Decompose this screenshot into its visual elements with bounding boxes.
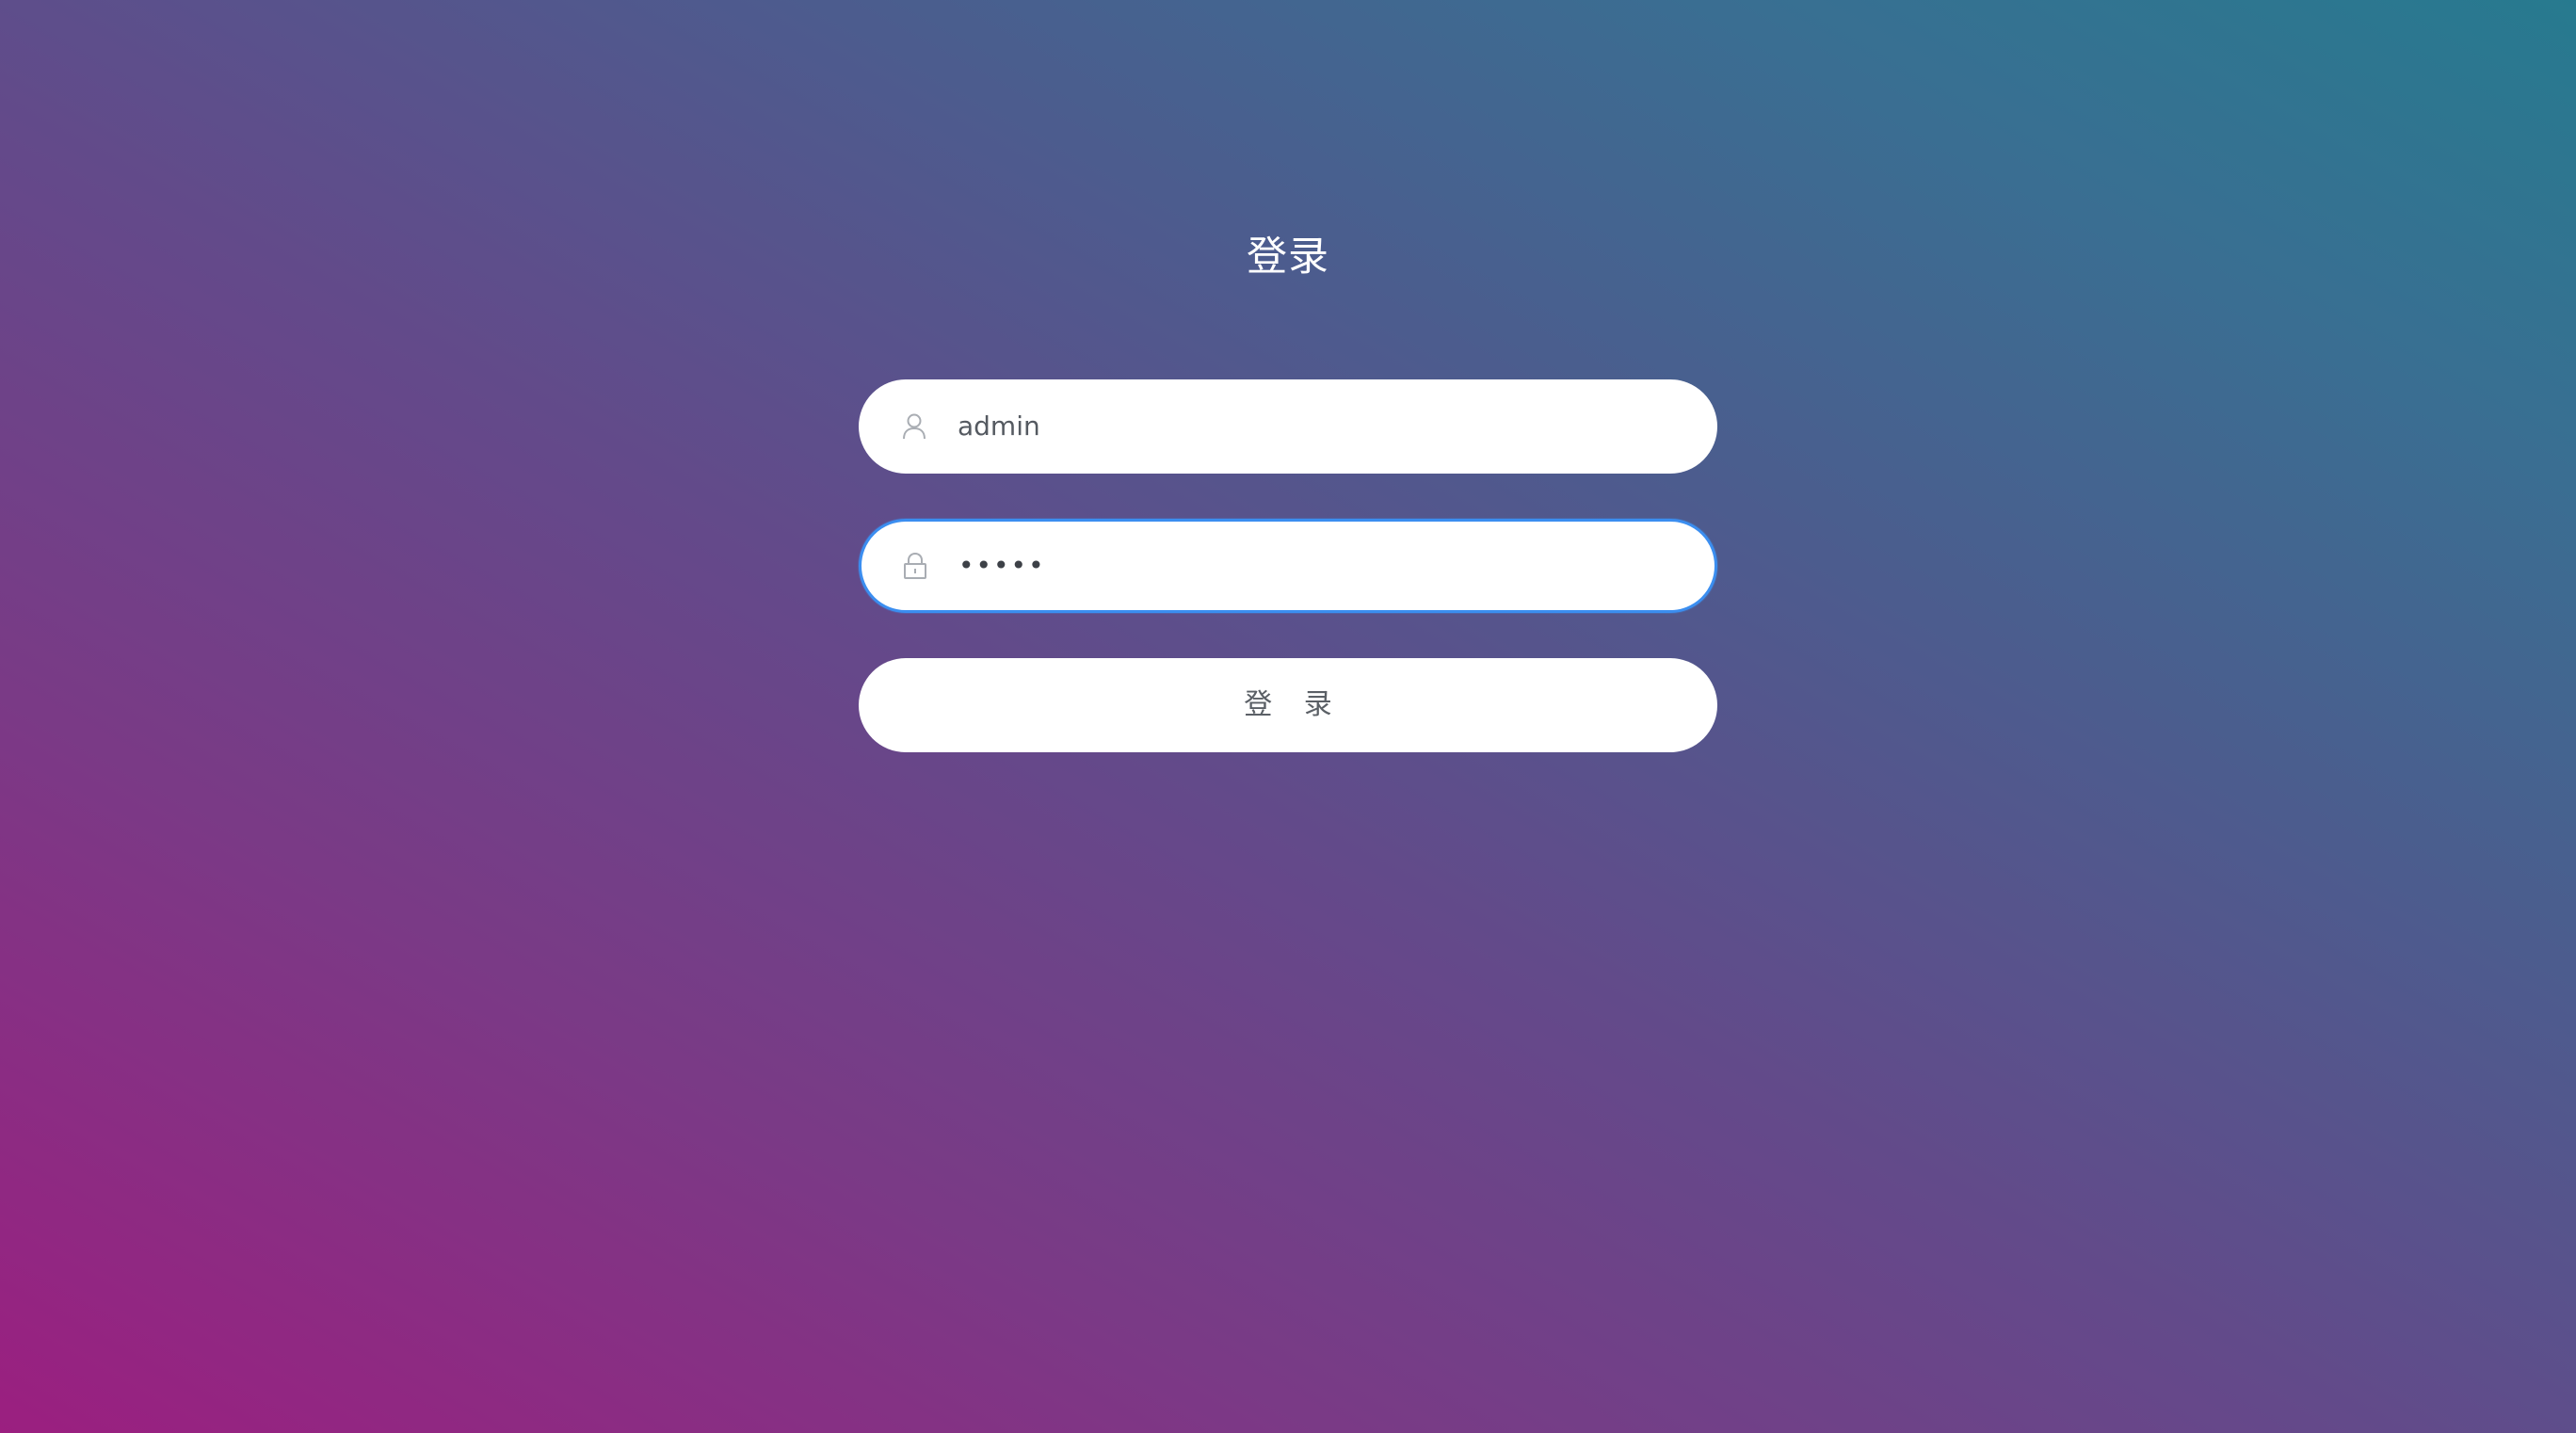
password-field[interactable]: •••••	[859, 519, 1717, 613]
user-icon	[900, 412, 928, 441]
password-input[interactable]: •••••	[958, 547, 1046, 585]
page-title: 登录	[1247, 233, 1329, 281]
lock-icon	[901, 552, 929, 580]
login-button[interactable]: 登 录	[859, 658, 1717, 752]
username-field[interactable]: admin	[859, 379, 1717, 474]
username-input[interactable]: admin	[958, 408, 1040, 445]
